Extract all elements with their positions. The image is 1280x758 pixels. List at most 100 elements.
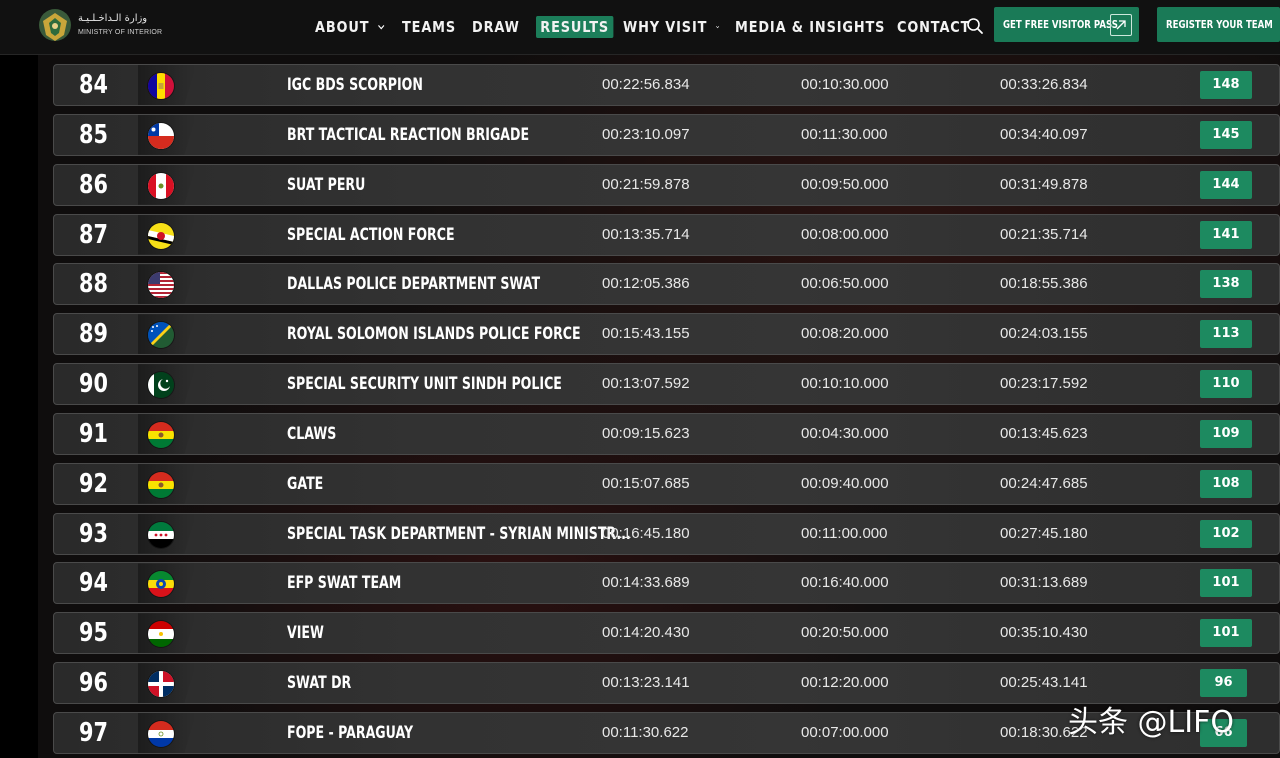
time-stage-two: 00:09:50.000 — [801, 175, 889, 193]
time-total: 00:31:13.689 — [1000, 574, 1088, 592]
main-menu: ABOUT TEAMS DRAW RESULTS WHY VISIT MEDIA & IN… — [315, 0, 971, 54]
time-stage-two: 00:16:40.000 — [801, 574, 889, 592]
time-stage-two: 00:10:10.000 — [801, 375, 889, 393]
time-stage-one: 00:13:07.592 — [602, 375, 690, 393]
time-stage-one: 00:12:05.386 — [602, 275, 690, 293]
team-name: VIEW — [287, 623, 324, 644]
time-stage-two: 00:11:30.000 — [801, 125, 888, 143]
time-stage-two: 00:06:50.000 — [801, 275, 889, 293]
pakistan-flag-icon — [148, 372, 174, 399]
syria-flag-icon — [148, 521, 174, 548]
rank-number: 89 — [79, 319, 108, 350]
nav-label: DRAW — [472, 18, 520, 36]
team-name: IGC BDS SCORPION — [287, 75, 423, 95]
rank-number: 92 — [79, 468, 108, 499]
rank-number: 96 — [79, 668, 108, 699]
time-total: 00:13:45.623 — [1000, 424, 1088, 442]
external-arrow-icon — [1110, 14, 1132, 36]
nav-why-visit[interactable]: WHY VISIT — [623, 18, 720, 36]
time-total: 00:24:03.155 — [1000, 325, 1088, 343]
table-row[interactable]: 86 SUAT PERU 00:21:59.878 00:09:50.000 00:31… — [53, 163, 1280, 206]
team-name: ROYAL SOLOMON ISLANDS POLICE FORCE — [287, 324, 581, 345]
time-stage-one: 00:13:35.714 — [602, 225, 690, 243]
rank-number: 86 — [79, 169, 108, 200]
time-stage-two: 00:20:50.000 — [801, 624, 889, 642]
table-row[interactable]: 92 GATE 00:15:07.685 00:09:40.000 00:24:47.6… — [53, 462, 1280, 505]
paraguay-flag-icon — [148, 720, 174, 747]
time-stage-one: 00:09:15.623 — [602, 424, 690, 442]
points-badge: 144 — [1200, 170, 1252, 199]
dominican-republic-flag-icon — [148, 671, 174, 698]
time-stage-one: 00:14:20.430 — [602, 624, 690, 642]
table-row[interactable]: 84 IGC BDS SCORPION 00:22:56.834 00:10:30.0… — [53, 64, 1280, 106]
team-name: SPECIAL SECURITY UNIT SINDH POLICE — [287, 374, 562, 395]
points-badge: 113 — [1200, 320, 1252, 349]
table-row[interactable]: 87 SPECIAL ACTION FORCE 00:13:35.714 00:08:… — [53, 213, 1280, 256]
register-team-button[interactable]: REGISTER YOUR TEAM — [1157, 7, 1280, 42]
register-team-label: REGISTER YOUR TEAM — [1166, 18, 1273, 31]
table-row[interactable]: 93 SPECIAL TASK DEPARTMENT - SYRIAN MINIS… — [53, 512, 1280, 555]
time-stage-one: 00:21:59.878 — [602, 175, 690, 193]
points-badge: 108 — [1200, 469, 1252, 498]
team-name: SWAT DR — [287, 673, 352, 694]
bolivia-flag-icon — [148, 471, 174, 498]
time-total: 00:35:10.430 — [1000, 624, 1088, 642]
rank-number: 97 — [79, 717, 108, 748]
rank-number: 91 — [79, 418, 108, 449]
table-row[interactable]: 94 EFP SWAT TEAM 00:14:33.689 00:16:40.000 0… — [53, 562, 1280, 605]
table-row[interactable]: 95 VIEW 00:14:20.430 00:20:50.000 00:35:10.4… — [53, 612, 1280, 655]
nav-about[interactable]: ABOUT — [315, 18, 390, 36]
table-row[interactable]: 85 BRT TACTICAL REACTION BRIGADE 00:23:10.… — [53, 113, 1280, 156]
time-total: 00:27:45.180 — [1000, 524, 1088, 542]
chevron-down-icon — [378, 24, 385, 30]
nav-results[interactable]: RESULTS — [536, 16, 614, 38]
table-row[interactable]: 88 DALLAS POLICE DEPARTMENT SWAT 00:12:05.… — [53, 263, 1280, 306]
nav-label: ABOUT — [315, 18, 370, 36]
peru-flag-icon — [148, 172, 174, 199]
table-row[interactable]: 89 ROYAL SOLOMON ISLANDS POLICE FORCE 00:1… — [53, 313, 1280, 356]
time-stage-two: 00:04:30.000 — [801, 424, 889, 442]
points-badge: 141 — [1200, 220, 1252, 249]
nav-contact[interactable]: CONTACT — [897, 18, 969, 36]
rank-number: 93 — [79, 518, 108, 549]
chile-flag-icon — [148, 122, 174, 149]
time-stage-one: 00:15:43.155 — [602, 325, 690, 343]
rank-number: 88 — [79, 269, 108, 300]
time-stage-one: 00:15:07.685 — [602, 474, 690, 492]
points-badge: 110 — [1200, 370, 1252, 399]
get-visitor-pass-button[interactable]: GET FREE VISITOR PASS — [994, 7, 1139, 42]
time-stage-one: 00:14:33.689 — [602, 574, 690, 592]
rank-number: 85 — [79, 119, 108, 150]
nav-teams[interactable]: TEAMS — [402, 18, 462, 36]
results-table: 84 IGC BDS SCORPION 00:22:56.834 00:10:30.0… — [53, 64, 1280, 758]
team-name: SPECIAL ACTION FORCE — [287, 224, 455, 245]
time-stage-one: 00:13:23.141 — [602, 674, 690, 692]
search-icon[interactable] — [966, 17, 984, 35]
points-badge: 109 — [1200, 419, 1252, 448]
time-stage-one: 00:23:10.097 — [602, 125, 690, 143]
chevron-down-icon — [716, 25, 720, 29]
nav-label: CONTACT — [897, 18, 971, 36]
nav-media-insights[interactable]: MEDIA & INSIGHTS — [735, 18, 884, 36]
points-badge: 101 — [1200, 619, 1252, 648]
andorra-flag-icon — [148, 73, 174, 99]
team-name: GATE — [287, 473, 324, 494]
team-name: SUAT PERU — [287, 174, 366, 195]
team-name: FOPE - PARAGUAY — [287, 722, 414, 743]
team-name: EFP SWAT TEAM — [287, 573, 402, 594]
nav-draw[interactable]: DRAW — [472, 18, 527, 36]
rank-number: 94 — [79, 568, 108, 599]
time-stage-two: 00:12:20.000 — [801, 674, 889, 692]
points-badge: 138 — [1200, 270, 1252, 299]
points-badge: 102 — [1200, 519, 1252, 548]
table-row[interactable]: 90 SPECIAL SECURITY UNIT SINDH POLICE 00:1… — [53, 363, 1280, 406]
time-stage-two: 00:07:00.000 — [801, 723, 889, 741]
rank-number: 90 — [79, 369, 108, 400]
nav-label: TEAMS — [402, 18, 457, 36]
ministry-logo[interactable]: وزارة الـداخـلـيـة MINISTRY OF INTERIOR — [38, 5, 188, 49]
top-navigation: وزارة الـداخـلـيـة MINISTRY OF INTERIOR … — [0, 0, 1280, 55]
team-name: DALLAS POLICE DEPARTMENT SWAT — [287, 274, 541, 295]
table-row[interactable]: 91 CLAWS 00:09:15.623 00:04:30.000 00:13:45.… — [53, 412, 1280, 455]
nav-label: MEDIA & INSIGHTS — [735, 18, 886, 36]
time-total: 00:24:47.685 — [1000, 474, 1088, 492]
